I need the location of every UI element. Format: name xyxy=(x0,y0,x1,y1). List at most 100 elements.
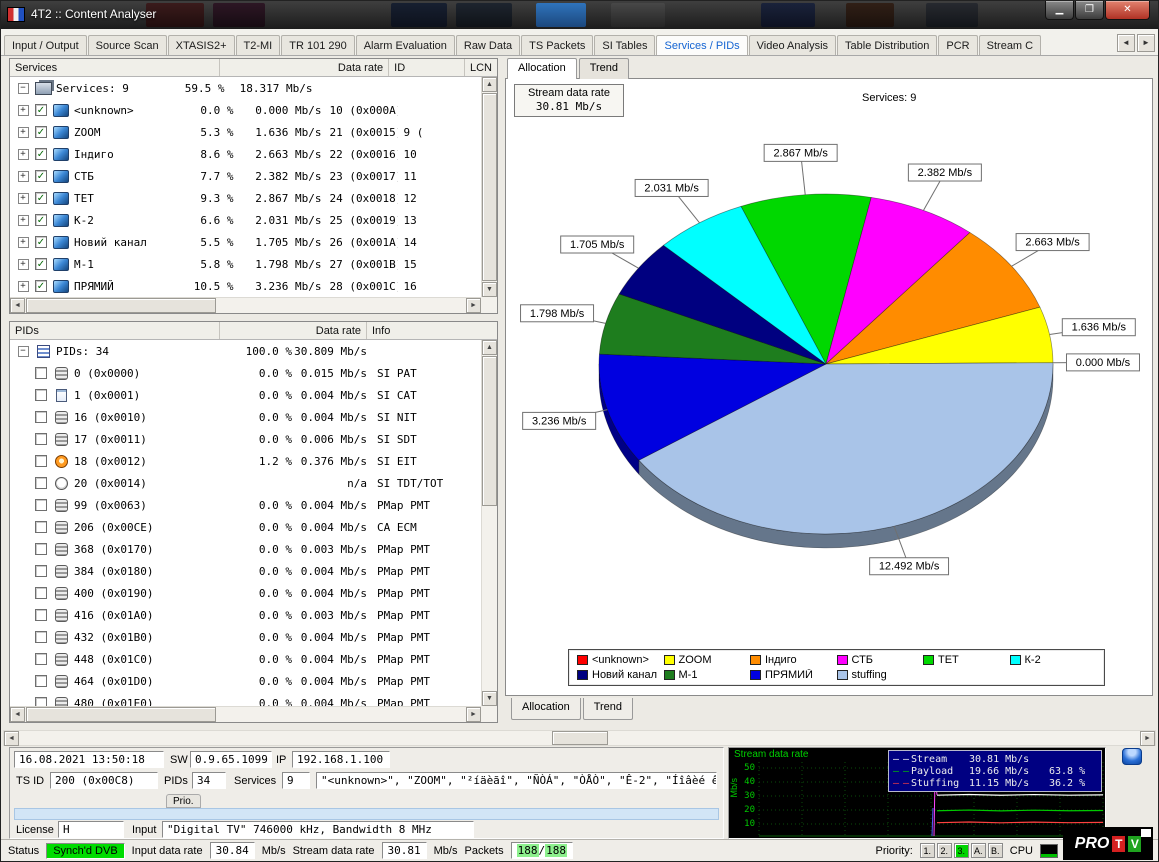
pid-row[interactable]: 464 (0x01D0)0.0 %0.004 Mb/sPMap PMT xyxy=(10,670,481,692)
column-header-data-rate[interactable]: Data rate xyxy=(220,322,367,339)
tree-expand-icon[interactable]: + xyxy=(18,237,29,248)
pid-checkbox[interactable] xyxy=(35,587,47,599)
column-header-pids[interactable]: PIDs xyxy=(10,322,220,339)
tree-expand-icon[interactable]: + xyxy=(18,215,29,226)
tab-video-analysis[interactable]: Video Analysis xyxy=(749,35,836,55)
prio-tab[interactable]: Prio. xyxy=(166,794,201,808)
scrollbar-thumb[interactable] xyxy=(26,298,216,313)
titlebar[interactable]: 4T2 :: Content Analyser ▁ ❐ ✕ xyxy=(1,1,1158,29)
scroll-right-icon[interactable]: ► xyxy=(466,298,481,313)
pids-horizontal-scrollbar[interactable]: ◄ ► xyxy=(10,706,481,722)
scroll-right-icon[interactable]: ► xyxy=(1140,731,1155,746)
pid-row[interactable]: 416 (0x01A0)0.0 %0.003 Mb/sPMap PMT xyxy=(10,604,481,626)
pid-checkbox[interactable] xyxy=(35,675,47,687)
pid-checkbox[interactable] xyxy=(35,521,47,533)
tree-expand-icon[interactable]: + xyxy=(18,105,29,116)
main-horizontal-scrollbar[interactable]: ◄ ► xyxy=(3,730,1156,746)
column-header-lcn[interactable]: LCN xyxy=(465,59,497,76)
pid-row[interactable]: 384 (0x0180)0.0 %0.004 Mb/sPMap PMT xyxy=(10,560,481,582)
tab-scroll-left-icon[interactable]: ◄ xyxy=(1117,34,1135,52)
scroll-left-icon[interactable]: ◄ xyxy=(4,731,19,746)
pid-checkbox[interactable] xyxy=(35,609,47,621)
service-row[interactable]: +✓ПРЯМИЙ10.5 %3.236 Mb/s28 (0x001C)16 xyxy=(10,275,481,297)
service-checkbox[interactable]: ✓ xyxy=(35,192,47,204)
pid-row[interactable]: 17 (0x0011)0.0 %0.006 Mb/sSI SDT xyxy=(10,428,481,450)
pid-row[interactable]: 0 (0x0000)0.0 %0.015 Mb/sSI PAT xyxy=(10,362,481,384)
scroll-up-icon[interactable]: ▲ xyxy=(482,340,497,355)
pid-row[interactable]: 448 (0x01C0)0.0 %0.004 Mb/sPMap PMT xyxy=(10,648,481,670)
service-row[interactable]: +✓ТЕТ9.3 %2.867 Mb/s24 (0x0018)12 xyxy=(10,187,481,209)
pid-checkbox[interactable] xyxy=(35,433,47,445)
pid-checkbox[interactable] xyxy=(35,631,47,643)
tab-table-distribution[interactable]: Table Distribution xyxy=(837,35,937,55)
pid-row[interactable]: 206 (0x00CE)0.0 %0.004 Mb/sCA ECM xyxy=(10,516,481,538)
pid-row[interactable]: 18 (0x0012)1.2 %0.376 Mb/sSI EIT xyxy=(10,450,481,472)
service-row[interactable]: +✓Індиго8.6 %2.663 Mb/s22 (0x0016)10 xyxy=(10,143,481,165)
tab-tr-101-290[interactable]: TR 101 290 xyxy=(281,35,354,55)
column-header-data-rate[interactable]: Data rate xyxy=(220,59,390,76)
scrollbar-thumb[interactable] xyxy=(552,731,608,745)
tab-ts-packets[interactable]: TS Packets xyxy=(521,35,593,55)
pid-row[interactable]: 400 (0x0190)0.0 %0.004 Mb/sPMap PMT xyxy=(10,582,481,604)
tree-collapse-icon[interactable]: − xyxy=(18,83,29,94)
scroll-down-icon[interactable]: ▼ xyxy=(482,282,497,297)
scroll-up-icon[interactable]: ▲ xyxy=(482,77,497,92)
tab-si-tables[interactable]: SI Tables xyxy=(594,35,655,55)
tree-expand-icon[interactable]: + xyxy=(18,149,29,160)
tab-allocation-bottom[interactable]: Allocation xyxy=(511,698,581,720)
pids-vertical-scrollbar[interactable]: ▲ ▼ xyxy=(481,340,497,706)
pid-row[interactable]: 20 (0x0014)n/aSI TDT/TOT xyxy=(10,472,481,494)
pid-row[interactable]: 480 (0x01E0)0.0 %0.004 Mb/sPMap PMT xyxy=(10,692,481,706)
pid-checkbox[interactable] xyxy=(35,565,47,577)
service-row[interactable]: +✓Новий канал5.5 %1.705 Mb/s26 (0x001A)1… xyxy=(10,231,481,253)
tab-trend[interactable]: Trend xyxy=(579,58,629,79)
column-header-info[interactable]: Info xyxy=(367,322,497,339)
scroll-left-icon[interactable]: ◄ xyxy=(10,707,25,722)
service-checkbox[interactable]: ✓ xyxy=(35,214,47,226)
service-checkbox[interactable]: ✓ xyxy=(35,280,47,292)
tab-t2-mi[interactable]: T2-MI xyxy=(236,35,281,55)
scroll-right-icon[interactable]: ► xyxy=(466,707,481,722)
close-button[interactable]: ✕ xyxy=(1105,1,1150,20)
column-header-id[interactable]: ID xyxy=(389,59,465,76)
trend-panel-icon[interactable] xyxy=(1122,748,1142,765)
tree-expand-icon[interactable]: + xyxy=(18,171,29,182)
service-checkbox[interactable]: ✓ xyxy=(35,170,47,182)
pid-checkbox[interactable] xyxy=(35,411,47,423)
pid-checkbox[interactable] xyxy=(35,697,47,706)
tree-expand-icon[interactable]: + xyxy=(18,127,29,138)
tree-expand-icon[interactable]: + xyxy=(18,281,29,292)
service-row[interactable]: +✓М-15.8 %1.798 Mb/s27 (0x001B)15 xyxy=(10,253,481,275)
tree-expand-icon[interactable]: + xyxy=(18,193,29,204)
column-header-services[interactable]: Services xyxy=(10,59,220,76)
scroll-left-icon[interactable]: ◄ xyxy=(10,298,25,313)
pid-checkbox[interactable] xyxy=(35,543,47,555)
tab-pcr[interactable]: PCR xyxy=(938,35,977,55)
service-row[interactable]: +✓<unknown>0.0 %0.000 Mb/s10 (0x000A) xyxy=(10,99,481,121)
tab-stream-c[interactable]: Stream C xyxy=(979,35,1041,55)
tab-trend-bottom[interactable]: Trend xyxy=(583,698,633,720)
service-row[interactable]: +✓К-26.6 %2.031 Mb/s25 (0x0019)13 xyxy=(10,209,481,231)
service-checkbox[interactable]: ✓ xyxy=(35,104,47,116)
services-root-row[interactable]: −Services: 959.5 %18.317 Mb/s xyxy=(10,77,481,99)
tab-raw-data[interactable]: Raw Data xyxy=(456,35,520,55)
service-checkbox[interactable]: ✓ xyxy=(35,148,47,160)
tab-services-pids[interactable]: Services / PIDs xyxy=(656,35,747,55)
pid-row[interactable]: 368 (0x0170)0.0 %0.003 Mb/sPMap PMT xyxy=(10,538,481,560)
tab-scroll-right-icon[interactable]: ► xyxy=(1137,34,1155,52)
tab-source-scan[interactable]: Source Scan xyxy=(88,35,167,55)
service-row[interactable]: +✓СТБ7.7 %2.382 Mb/s23 (0x0017)11 xyxy=(10,165,481,187)
tree-expand-icon[interactable]: + xyxy=(18,259,29,270)
service-checkbox[interactable]: ✓ xyxy=(35,236,47,248)
pid-row[interactable]: 1 (0x0001)0.0 %0.004 Mb/sSI CAT xyxy=(10,384,481,406)
tree-collapse-icon[interactable]: − xyxy=(18,346,29,357)
pids-root-row[interactable]: −PIDs: 34100.0 %30.809 Mb/s xyxy=(10,340,481,362)
scrollbar-thumb[interactable] xyxy=(482,93,497,281)
maximize-button[interactable]: ❐ xyxy=(1075,1,1104,20)
tab-allocation[interactable]: Allocation xyxy=(507,58,577,79)
service-row[interactable]: +✓ZOOM5.3 %1.636 Mb/s21 (0x0015)9 ( xyxy=(10,121,481,143)
pid-checkbox[interactable] xyxy=(35,653,47,665)
tab-alarm-evaluation[interactable]: Alarm Evaluation xyxy=(356,35,455,55)
pid-checkbox[interactable] xyxy=(35,455,47,467)
scrollbar-thumb[interactable] xyxy=(26,707,216,722)
